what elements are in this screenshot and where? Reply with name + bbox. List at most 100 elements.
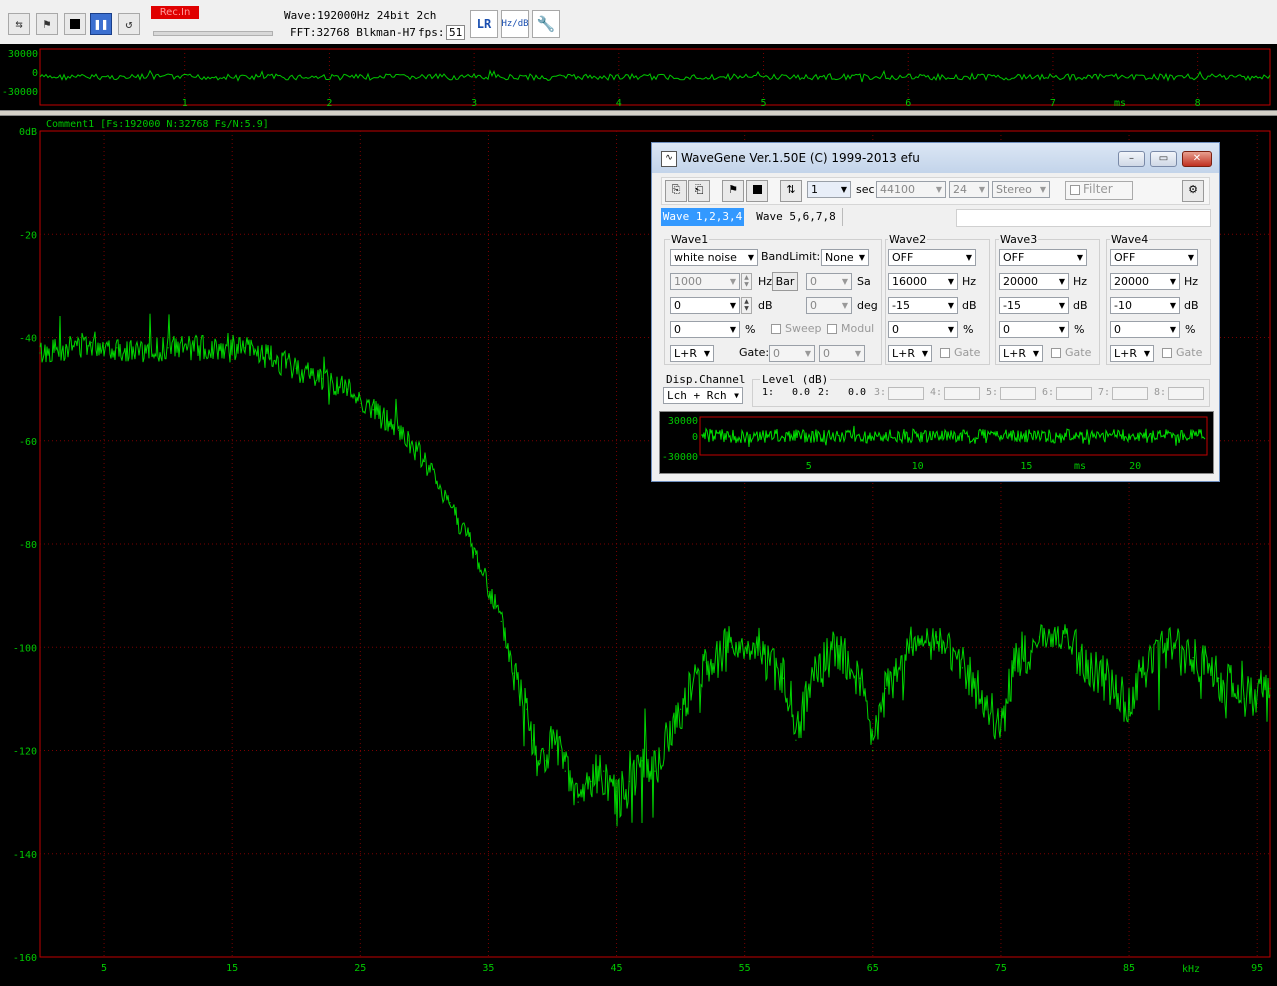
channels-select[interactable]: Stereo ▼ bbox=[992, 181, 1050, 198]
gate-a-input[interactable]: 0 ▼ bbox=[769, 345, 815, 362]
sweep-checkbox[interactable] bbox=[771, 324, 781, 334]
preview-y-label: 0 bbox=[692, 432, 698, 443]
filter-checkbox[interactable] bbox=[1070, 185, 1080, 195]
level-channel-label: 1: bbox=[762, 387, 775, 398]
wave2-freq-input[interactable]: 16000 ▼ bbox=[888, 273, 958, 290]
spectrum-point bbox=[1013, 667, 1015, 669]
spectrum-point bbox=[218, 347, 220, 349]
scope-x-label: 6 bbox=[905, 98, 911, 109]
bandlimit-select[interactable]: None ▼ bbox=[821, 249, 869, 266]
level-title: Level (dB) bbox=[760, 373, 831, 386]
maximize-icon[interactable]: ▭ bbox=[1150, 151, 1177, 167]
disp-channel-value: Lch + Rch bbox=[667, 389, 727, 402]
wave4-level-input[interactable]: -10 ▼ bbox=[1110, 297, 1180, 314]
spectrum-point bbox=[141, 352, 144, 354]
wave1-level-spinner[interactable]: ▲ ▼ bbox=[741, 297, 752, 314]
wave3-freq-input[interactable]: 20000 ▼ bbox=[999, 273, 1069, 290]
bar-button[interactable]: Bar bbox=[772, 272, 798, 291]
wave3-gate-checkbox[interactable] bbox=[1051, 348, 1061, 358]
wave4-freq-input[interactable]: 20000 ▼ bbox=[1110, 273, 1180, 290]
loop-icon[interactable]: ⇅ bbox=[780, 180, 802, 202]
hz-db-scale-icon[interactable]: Hz/dB bbox=[501, 10, 529, 38]
wave4-type-select[interactable]: OFF ▼ bbox=[1110, 249, 1198, 266]
bit-depth-select[interactable]: 24 ▼ bbox=[949, 181, 989, 198]
wave3-type-select[interactable]: OFF ▼ bbox=[999, 249, 1087, 266]
scope-x-label: 5 bbox=[761, 98, 767, 109]
spectrum-x-label: 85 bbox=[1123, 963, 1135, 974]
play-icon[interactable]: ⚑ bbox=[36, 13, 58, 35]
wave2-type-select[interactable]: OFF ▼ bbox=[888, 249, 976, 266]
wave1-type-select[interactable]: white noise ▼ bbox=[670, 249, 758, 266]
wave3-level-value: -15 bbox=[1003, 299, 1021, 312]
wave2-type-value: OFF bbox=[892, 251, 914, 264]
duration-select[interactable]: 1 ▼ bbox=[807, 181, 851, 198]
preview-y-label: 30000 bbox=[668, 416, 698, 427]
options-icon[interactable]: ⚙ bbox=[1182, 180, 1204, 202]
wave4-percent-input[interactable]: 0 ▼ bbox=[1110, 321, 1180, 338]
wave1-sa-input[interactable]: 0 ▼ bbox=[806, 273, 852, 290]
stop-icon[interactable] bbox=[746, 180, 768, 202]
spectrum-point bbox=[449, 502, 451, 504]
wave2-channel-select[interactable]: L+R ▼ bbox=[888, 345, 932, 362]
save-file-icon[interactable]: ⎗ bbox=[688, 180, 710, 202]
gate-b-input[interactable]: 0 ▼ bbox=[819, 345, 865, 362]
tab-wave-5-8[interactable]: Wave 5,6,7,8 bbox=[750, 208, 843, 226]
disp-channel-select[interactable]: Lch + Rch ▼ bbox=[663, 387, 743, 404]
wave2-title: Wave2 bbox=[888, 233, 928, 246]
sample-rate-select[interactable]: 44100 ▼ bbox=[876, 181, 946, 198]
wave1-sa-value: 0 bbox=[810, 275, 817, 288]
wavegene-titlebar[interactable]: ∿ WaveGene Ver.1.50E (C) 1999-2013 efu –… bbox=[652, 143, 1219, 173]
wave3-channel-select[interactable]: L+R ▼ bbox=[999, 345, 1043, 362]
wave4-channel-value: L+R bbox=[1114, 347, 1137, 360]
wave1-phase-input[interactable]: 0 ▼ bbox=[806, 297, 852, 314]
open-file-icon[interactable]: ⎘ bbox=[665, 180, 687, 202]
wave3-title: Wave3 bbox=[999, 233, 1039, 246]
repeat-icon[interactable]: ↺ bbox=[118, 13, 140, 35]
play-icon[interactable]: ⚑ bbox=[722, 180, 744, 202]
wave4-channel-select[interactable]: L+R ▼ bbox=[1110, 345, 1154, 362]
wave1-level-input[interactable]: 0 ▼ bbox=[670, 297, 740, 314]
lr-channel-icon[interactable]: LR bbox=[470, 10, 498, 38]
wave1-channel-select[interactable]: L+R ▼ bbox=[670, 345, 714, 362]
settings-wrench-icon[interactable]: 🔧 bbox=[532, 10, 560, 38]
wave2-freq-unit: Hz bbox=[962, 275, 977, 288]
comment-field[interactable] bbox=[956, 209, 1211, 227]
wave3-percent-input[interactable]: 0 ▼ bbox=[999, 321, 1069, 338]
wave2-percent-input[interactable]: 0 ▼ bbox=[888, 321, 958, 338]
close-icon[interactable]: ✕ bbox=[1182, 151, 1212, 167]
tab-wave-1-4[interactable]: Wave 1,2,3,4 bbox=[661, 208, 744, 226]
spectrum-point bbox=[641, 760, 643, 762]
level-value bbox=[1000, 387, 1036, 400]
position-slider[interactable] bbox=[153, 31, 273, 36]
spectrum-point bbox=[987, 708, 989, 710]
wave4-gate-checkbox[interactable] bbox=[1162, 348, 1172, 358]
scope-x-label: 2 bbox=[326, 98, 332, 109]
modul-checkbox[interactable] bbox=[827, 324, 837, 334]
pause-icon[interactable]: ❚❚ bbox=[90, 13, 112, 35]
stop-icon[interactable] bbox=[64, 13, 86, 35]
spectrum-x-label: 25 bbox=[354, 963, 366, 974]
app-icon: ∿ bbox=[661, 151, 677, 167]
wave3-percent-unit: % bbox=[1074, 323, 1085, 336]
spectrum-x-label: 35 bbox=[482, 963, 494, 974]
wave1-freq-input[interactable]: 1000 ▼ bbox=[670, 273, 740, 290]
wave1-freq-spinner[interactable]: ▲ ▼ bbox=[741, 273, 752, 290]
spectrum-point bbox=[808, 687, 810, 690]
wave3-level-input[interactable]: -15 ▼ bbox=[999, 297, 1069, 314]
gate-label: Gate: bbox=[739, 346, 770, 359]
wave2-gate-checkbox[interactable] bbox=[940, 348, 950, 358]
wave1-type-value: white noise bbox=[674, 251, 737, 264]
spectrum-x-label: 95 bbox=[1251, 963, 1263, 974]
minimize-icon[interactable]: – bbox=[1118, 151, 1145, 167]
wave1-percent-input[interactable]: 0 ▼ bbox=[670, 321, 740, 338]
level-value: 0.0 bbox=[791, 387, 810, 398]
wave1-channel-value: L+R bbox=[674, 347, 697, 360]
scope-x-label: 3 bbox=[471, 98, 477, 109]
spectrum-point bbox=[680, 708, 682, 710]
wave2-level-input[interactable]: -15 ▼ bbox=[888, 297, 958, 314]
spectrum-point bbox=[116, 347, 118, 349]
spectrum-point bbox=[39, 352, 41, 354]
rec-in-indicator: Rec.In bbox=[151, 6, 199, 19]
record-source-icon[interactable]: ⇆ bbox=[8, 13, 30, 35]
spectrum-point bbox=[564, 770, 566, 772]
